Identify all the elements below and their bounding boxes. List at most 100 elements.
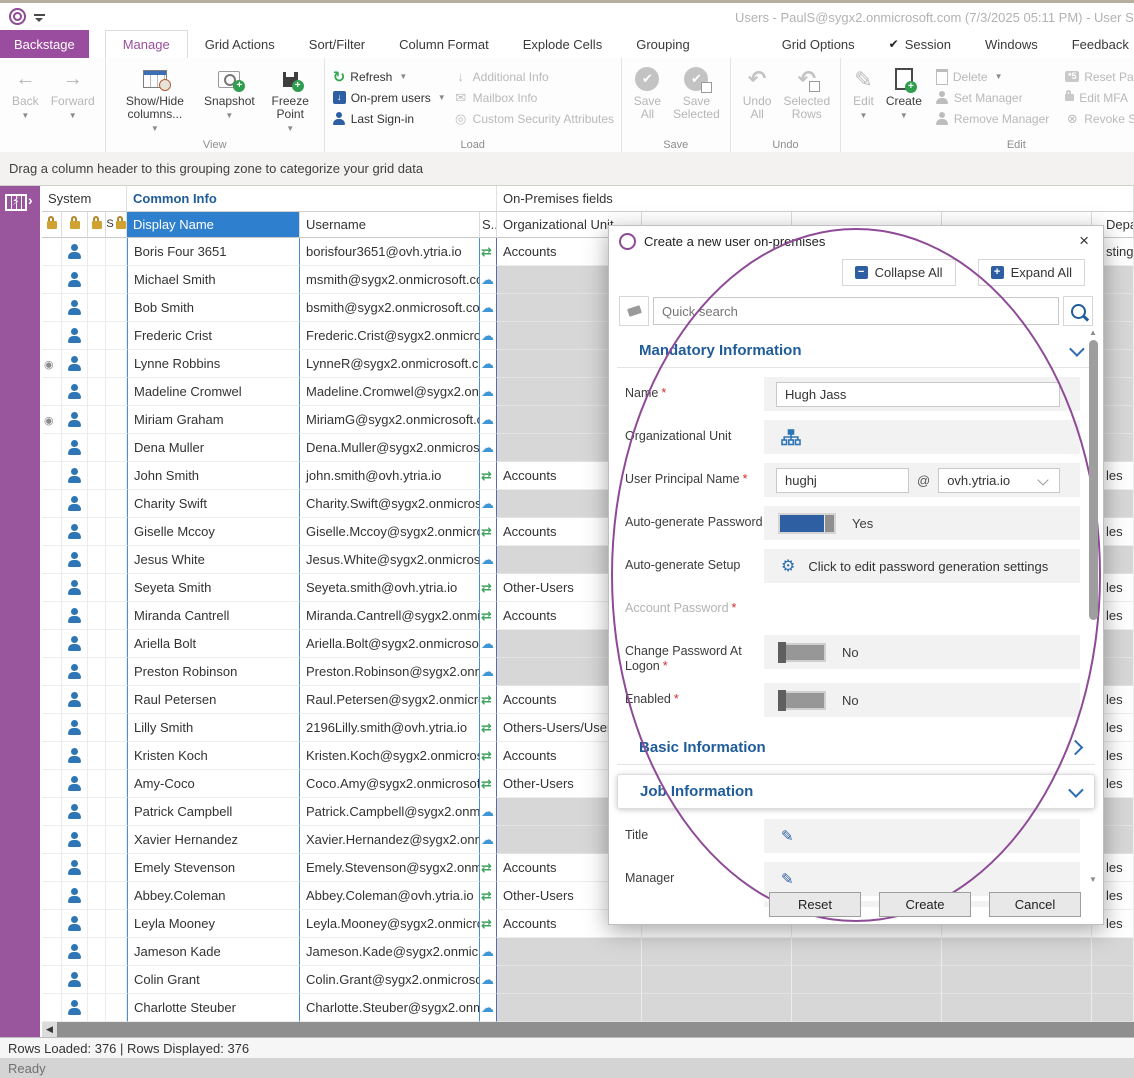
display-name-cell[interactable]: Charity Swift — [127, 490, 300, 518]
display-name-cell[interactable]: Amy-Coco — [127, 770, 300, 798]
display-name-cell[interactable]: Charlotte Steuber — [127, 994, 300, 1022]
create-button[interactable]: + Create▼ — [880, 64, 928, 124]
tab-manage[interactable]: Manage — [105, 30, 188, 58]
username-cell[interactable]: Jesus.White@sygx2.onmicroso — [300, 546, 480, 574]
group-header-common-info[interactable]: Common Info — [127, 186, 497, 212]
last-signin-button[interactable]: Last Sign-in — [333, 108, 446, 129]
username-cell[interactable]: Ariella.Bolt@sygx2.onmicrosof — [300, 630, 480, 658]
display-name-cell[interactable]: Colin Grant — [127, 966, 300, 994]
username-cell[interactable]: MiriamG@sygx2.onmicrosoft.c — [300, 406, 480, 434]
username-cell[interactable]: Coco.Amy@sygx2.onmicrosoft — [300, 770, 480, 798]
close-icon[interactable]: × — [1075, 231, 1093, 251]
username-cell[interactable]: Frederic.Crist@sygx2.onmicros — [300, 322, 480, 350]
onprem-users-button[interactable]: ↓On-prem users▼ — [333, 87, 446, 108]
display-name-cell[interactable]: Preston Robinson — [127, 658, 300, 686]
display-name-cell[interactable]: Miranda Cantrell — [127, 602, 300, 630]
mailbox-info-button[interactable]: ✉Mailbox Info — [454, 87, 614, 108]
display-name-cell[interactable]: Lynne Robbins — [127, 350, 300, 378]
save-selected-button[interactable]: ✔ SaveSelected — [667, 64, 726, 123]
username-cell[interactable]: Emely.Stevenson@sygx2.onmic — [300, 854, 480, 882]
tab-grouping[interactable]: Grouping — [619, 30, 706, 58]
display-name-cell[interactable]: Kristen Koch — [127, 742, 300, 770]
refresh-button[interactable]: ↻Refresh▼ — [333, 66, 446, 87]
username-cell[interactable]: borisfour3651@ovh.ytria.io — [300, 238, 480, 266]
scroll-up-arrow-icon[interactable]: ▲ — [1089, 328, 1097, 337]
column-header-username[interactable]: Username — [300, 212, 480, 238]
username-cell[interactable]: Miranda.Cantrell@sygx2.onmic — [300, 602, 480, 630]
undo-all-button[interactable]: ↶ UndoAll — [737, 64, 778, 123]
forward-button[interactable]: → Forward▼ — [45, 64, 101, 124]
group-header-onprem-fields[interactable]: On-Premises fields — [497, 186, 1134, 212]
expand-all-button[interactable]: +Expand All — [978, 259, 1085, 286]
username-cell[interactable]: Leyla.Mooney@sygx2.onmicro — [300, 910, 480, 938]
organizational-unit-cell[interactable] — [497, 938, 642, 966]
display-name-cell[interactable]: Xavier Hernandez — [127, 826, 300, 854]
tab-grid-options[interactable]: Grid Options — [765, 30, 872, 58]
username-cell[interactable]: john.smith@ovh.ytria.io — [300, 462, 480, 490]
save-all-button[interactable]: ✔ SaveAll — [628, 64, 667, 123]
edit-button[interactable]: ✎ Edit▼ — [847, 64, 880, 124]
table-row[interactable]: ◉ Jameson Kade Jameson.Kade@sygx2.onmicr… — [42, 938, 1134, 966]
column-header-lock-1[interactable] — [42, 212, 62, 238]
display-name-cell[interactable]: Michael Smith — [127, 266, 300, 294]
username-cell[interactable]: Giselle.Mccoy@sygx2.onmicro — [300, 518, 480, 546]
tab-session[interactable]: ✔Session — [872, 30, 968, 58]
quick-access-menu-icon[interactable] — [34, 14, 45, 16]
reset-button[interactable]: Reset — [769, 892, 861, 917]
username-cell[interactable]: Charity.Swift@sygx2.onmicros — [300, 490, 480, 518]
dialog-scrollbar[interactable]: ▲ ▼ — [1088, 328, 1100, 884]
group-header-system[interactable]: System — [42, 186, 127, 212]
cancel-button[interactable]: Cancel — [989, 892, 1081, 917]
grouping-drop-zone[interactable]: Drag a column header to this grouping zo… — [0, 152, 1134, 186]
scrollbar-thumb[interactable] — [1089, 340, 1098, 620]
display-name-cell[interactable]: Jesus White — [127, 546, 300, 574]
column-header-display-name[interactable]: Display Name — [127, 212, 300, 238]
display-name-cell[interactable]: Lilly Smith — [127, 714, 300, 742]
tab-explode-cells[interactable]: Explode Cells — [506, 30, 620, 58]
display-name-cell[interactable]: Ariella Bolt — [127, 630, 300, 658]
username-cell[interactable]: Charlotte.Steuber@sygx2.onmi — [300, 994, 480, 1022]
display-name-cell[interactable]: Raul Petersen — [127, 686, 300, 714]
display-name-cell[interactable]: Frederic Crist — [127, 322, 300, 350]
scroll-left-arrow-icon[interactable]: ◀ — [42, 1022, 57, 1037]
table-row[interactable]: ◉ Charlotte Steuber Charlotte.Steuber@sy… — [42, 994, 1134, 1022]
tab-grid-actions[interactable]: Grid Actions — [188, 30, 292, 58]
horizontal-scrollbar[interactable]: ◀ — [42, 1022, 1134, 1037]
username-cell[interactable]: Kristen.Koch@sygx2.onmicros — [300, 742, 480, 770]
column-header-sync[interactable]: S... — [480, 212, 497, 238]
snapshot-button[interactable]: + Snapshot▼ — [198, 64, 261, 124]
grid-side-panel[interactable]: ⚡ › — [0, 186, 40, 1037]
freeze-point-button[interactable]: + Freeze Point▼ — [261, 64, 320, 137]
organizational-unit-cell[interactable] — [497, 994, 642, 1022]
tab-column-format[interactable]: Column Format — [382, 30, 506, 58]
display-name-cell[interactable]: Jameson Kade — [127, 938, 300, 966]
username-cell[interactable]: Madeline.Cromwel@sygx2.onn — [300, 378, 480, 406]
username-cell[interactable]: Xavier.Hernandez@sygx2.onmi — [300, 826, 480, 854]
username-cell[interactable]: Preston.Robinson@sygx2.onmi — [300, 658, 480, 686]
username-cell[interactable]: Seyeta.smith@ovh.ytria.io — [300, 574, 480, 602]
tab-feedback[interactable]: Feedback — [1055, 30, 1134, 58]
custom-security-attributes-button[interactable]: ◎Custom Security Attributes — [454, 108, 614, 129]
display-name-cell[interactable]: Abbey.Coleman — [127, 882, 300, 910]
set-manager-button[interactable]: Set Manager — [936, 87, 1049, 108]
search-button[interactable] — [1063, 296, 1093, 326]
clear-search-button[interactable] — [619, 296, 649, 326]
display-name-cell[interactable]: Leyla Mooney — [127, 910, 300, 938]
display-name-cell[interactable]: Bob Smith — [127, 294, 300, 322]
dialog-header[interactable]: Create a new user on-premises × — [609, 226, 1103, 256]
show-hide-columns-button[interactable]: Show/Hide columns...▼ — [112, 64, 198, 137]
table-row[interactable]: ◉ Colin Grant Colin.Grant@sygx2.onmicros… — [42, 966, 1134, 994]
create-confirm-button[interactable]: Create — [879, 892, 971, 917]
tab-backstage[interactable]: Backstage — [0, 30, 89, 58]
back-button[interactable]: ← Back▼ — [6, 64, 45, 124]
additional-info-button[interactable]: ↓Additional Info — [454, 66, 614, 87]
tab-windows[interactable]: Windows — [968, 30, 1055, 58]
display-name-cell[interactable]: Patrick Campbell — [127, 798, 300, 826]
tab-sort-filter[interactable]: Sort/Filter — [292, 30, 382, 58]
username-cell[interactable]: Dena.Muller@sygx2.onmicrosc — [300, 434, 480, 462]
column-header-lock-3[interactable] — [88, 212, 106, 238]
edit-mfa-button[interactable]: Edit MFA — [1065, 87, 1134, 108]
display-name-cell[interactable]: Miriam Graham — [127, 406, 300, 434]
display-name-cell[interactable]: Emely Stevenson — [127, 854, 300, 882]
display-name-cell[interactable]: Dena Muller — [127, 434, 300, 462]
